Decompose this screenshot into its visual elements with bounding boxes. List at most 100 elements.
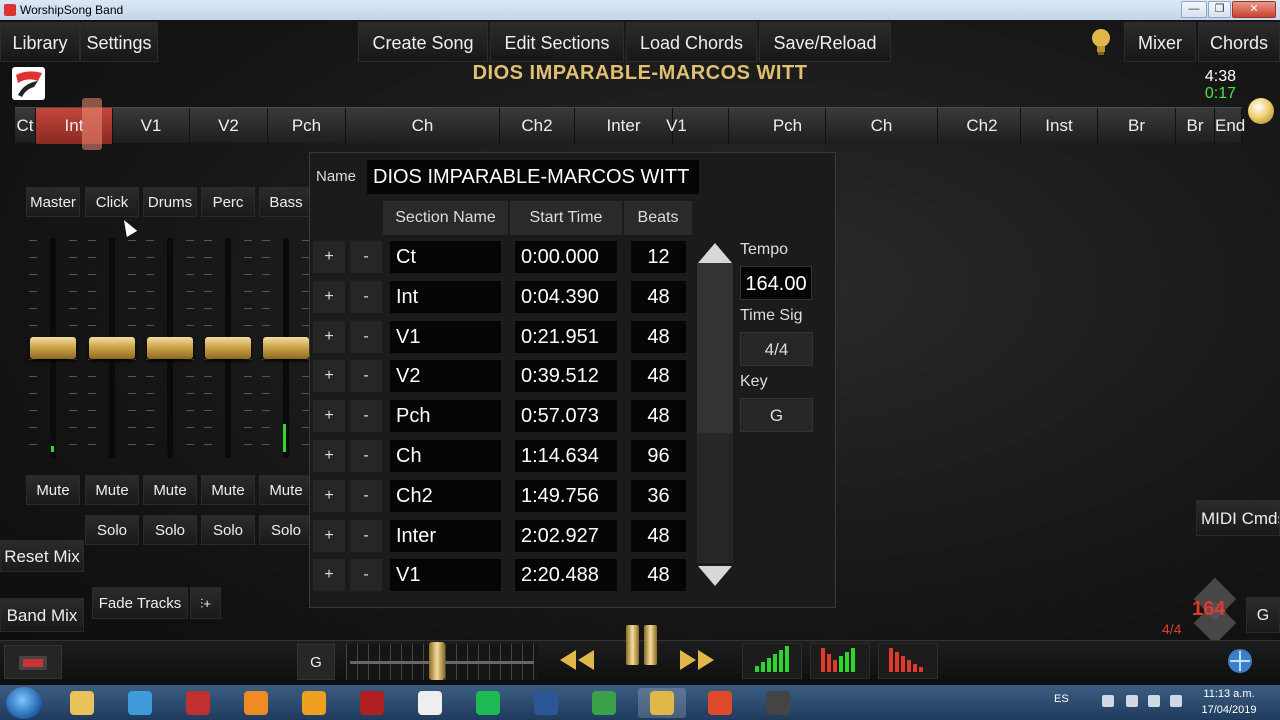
tempo-field[interactable]: 164.00 xyxy=(740,266,812,300)
transport-key-button[interactable]: G xyxy=(297,644,335,680)
scroll-down-arrow-icon[interactable] xyxy=(698,566,732,586)
add-section-button[interactable]: + xyxy=(313,559,345,592)
create-song-button[interactable]: Create Song xyxy=(358,22,488,62)
scrollbar-thumb[interactable] xyxy=(697,263,733,433)
maximize-button[interactable]: ❐ xyxy=(1208,1,1231,18)
mute-button-click[interactable]: Mute xyxy=(85,475,139,505)
file-explorer-icon[interactable] xyxy=(58,688,106,718)
spotify-icon[interactable] xyxy=(464,688,512,718)
start-time-cell[interactable]: 0:04.390 xyxy=(515,280,617,313)
player-icon[interactable] xyxy=(232,688,280,718)
start-button-icon[interactable] xyxy=(6,687,42,719)
mixer-toggle-icon[interactable] xyxy=(4,645,62,679)
fader-knob-drums[interactable] xyxy=(147,337,193,359)
solo-button-drums[interactable]: Solo xyxy=(143,515,197,545)
section-name-cell[interactable]: V2 xyxy=(390,360,501,393)
channel-label-master[interactable]: Master xyxy=(26,187,80,217)
remove-section-button[interactable]: - xyxy=(350,519,382,552)
timeline-section-end[interactable]: End xyxy=(1215,108,1245,144)
app-7-icon[interactable] xyxy=(406,688,454,718)
network-sync-icon[interactable] xyxy=(1222,645,1258,677)
tray-cloud-icon[interactable] xyxy=(1170,695,1182,707)
tray-clock-date[interactable]: 17/04/2019 xyxy=(1193,704,1265,716)
mute-button-master[interactable]: Mute xyxy=(26,475,80,505)
mobirise-icon[interactable] xyxy=(290,688,338,718)
scroll-up-arrow-icon[interactable] xyxy=(698,243,732,263)
timeline-section-pch[interactable]: Pch xyxy=(268,108,346,144)
lightbulb-icon[interactable] xyxy=(1091,28,1111,56)
add-section-button[interactable]: + xyxy=(313,479,345,512)
edit-sections-button[interactable]: Edit Sections xyxy=(490,22,624,62)
timeline-section-pch[interactable]: Pch xyxy=(750,108,826,144)
timeline-section-v1[interactable]: V1 xyxy=(625,108,729,144)
section-name-cell[interactable]: V1 xyxy=(390,320,501,353)
beats-cell[interactable]: 48 xyxy=(631,360,686,393)
remove-section-button[interactable]: - xyxy=(350,400,382,433)
sections-timeline[interactable]: Ct Int V1 V2 Pch Ch Ch2 Inter V1 Pch Ch Ch2 Inst Br Br… xyxy=(15,107,1245,144)
timeline-section-br[interactable]: Br xyxy=(1098,108,1176,144)
section-name-cell[interactable]: Ch xyxy=(390,440,501,472)
fader-knob-perc[interactable] xyxy=(205,337,251,359)
section-name-cell[interactable]: Ch2 xyxy=(390,479,501,512)
time-sig-field[interactable]: 4/4 xyxy=(740,332,813,366)
chords-button[interactable]: Chords xyxy=(1198,22,1280,62)
start-time-cell[interactable]: 1:49.756 xyxy=(515,479,617,512)
worshipsong-band-icon[interactable] xyxy=(638,688,686,718)
timeline-section-ch2[interactable]: Ch2 xyxy=(500,108,575,144)
beats-cell[interactable]: 48 xyxy=(631,559,686,592)
start-time-cell[interactable]: 0:57.073 xyxy=(515,400,617,433)
remove-section-button[interactable]: - xyxy=(350,241,382,273)
section-name-cell[interactable]: Ct xyxy=(390,241,501,273)
media-player-icon[interactable] xyxy=(174,688,222,718)
remove-section-button[interactable]: - xyxy=(350,479,382,512)
start-time-cell[interactable]: 0:39.512 xyxy=(515,360,617,393)
timeline-section-v1[interactable]: V1 xyxy=(113,108,190,144)
timeline-section-br[interactable]: Br xyxy=(1176,108,1215,144)
tray-usb-icon[interactable] xyxy=(1102,695,1114,707)
fade-tracks-button[interactable]: Fade Tracks xyxy=(92,587,188,619)
add-section-button[interactable]: + xyxy=(313,280,345,313)
key-field[interactable]: G xyxy=(740,398,813,432)
add-section-button[interactable]: + xyxy=(313,360,345,393)
solo-button-click[interactable]: Solo xyxy=(85,515,139,545)
beats-cell[interactable]: 12 xyxy=(631,241,686,273)
key-button[interactable]: G xyxy=(1246,597,1280,633)
fader-knob-master[interactable] xyxy=(30,337,76,359)
beats-cell[interactable]: 48 xyxy=(631,519,686,552)
mute-button-perc[interactable]: Mute xyxy=(201,475,255,505)
start-time-cell[interactable]: 0:21.951 xyxy=(515,320,617,353)
song-name-field[interactable]: DIOS IMPARABLE-MARCOS WITT xyxy=(367,160,699,194)
load-chords-button[interactable]: Load Chords xyxy=(626,22,757,62)
start-time-cell[interactable]: 0:00.000 xyxy=(515,241,617,273)
mute-button-drums[interactable]: Mute xyxy=(143,475,197,505)
timeline-section-ch[interactable]: Ch xyxy=(826,108,938,144)
fader-knob-click[interactable] xyxy=(89,337,135,359)
red-green-level-meter-icon[interactable] xyxy=(810,643,870,679)
fast-forward-icon[interactable] xyxy=(680,650,720,670)
beats-cell[interactable]: 96 xyxy=(631,440,686,472)
section-name-cell[interactable]: Inter xyxy=(390,519,501,552)
timeline-section-inst[interactable]: Inst xyxy=(1021,108,1098,144)
section-name-cell[interactable]: Int xyxy=(390,280,501,313)
timeline-section-v2[interactable]: V2 xyxy=(190,108,268,144)
solo-button-perc[interactable]: Solo xyxy=(201,515,255,545)
remove-section-button[interactable]: - xyxy=(350,440,382,472)
minimize-button[interactable]: — xyxy=(1181,1,1207,18)
midi-cmds-button[interactable]: MIDI Cmds xyxy=(1196,500,1280,536)
close-button[interactable]: ✕ xyxy=(1232,1,1276,18)
chrome-icon[interactable] xyxy=(116,688,164,718)
start-time-cell[interactable]: 2:20.488 xyxy=(515,559,617,592)
position-slider-knob[interactable] xyxy=(429,642,446,680)
remove-section-button[interactable]: - xyxy=(350,559,382,592)
channel-label-click[interactable]: Click xyxy=(85,187,139,217)
tray-volume-icon[interactable] xyxy=(1148,695,1160,707)
beats-cell[interactable]: 36 xyxy=(631,479,686,512)
fader-knob-bass[interactable] xyxy=(263,337,309,359)
save-reload-button[interactable]: Save/Reload xyxy=(759,22,891,62)
beats-cell[interactable]: 48 xyxy=(631,280,686,313)
add-section-button[interactable]: + xyxy=(313,519,345,552)
settings-button[interactable]: Settings xyxy=(80,22,158,62)
obs-icon[interactable] xyxy=(754,688,802,718)
mixer-button[interactable]: Mixer xyxy=(1124,22,1196,62)
remove-section-button[interactable]: - xyxy=(350,280,382,313)
